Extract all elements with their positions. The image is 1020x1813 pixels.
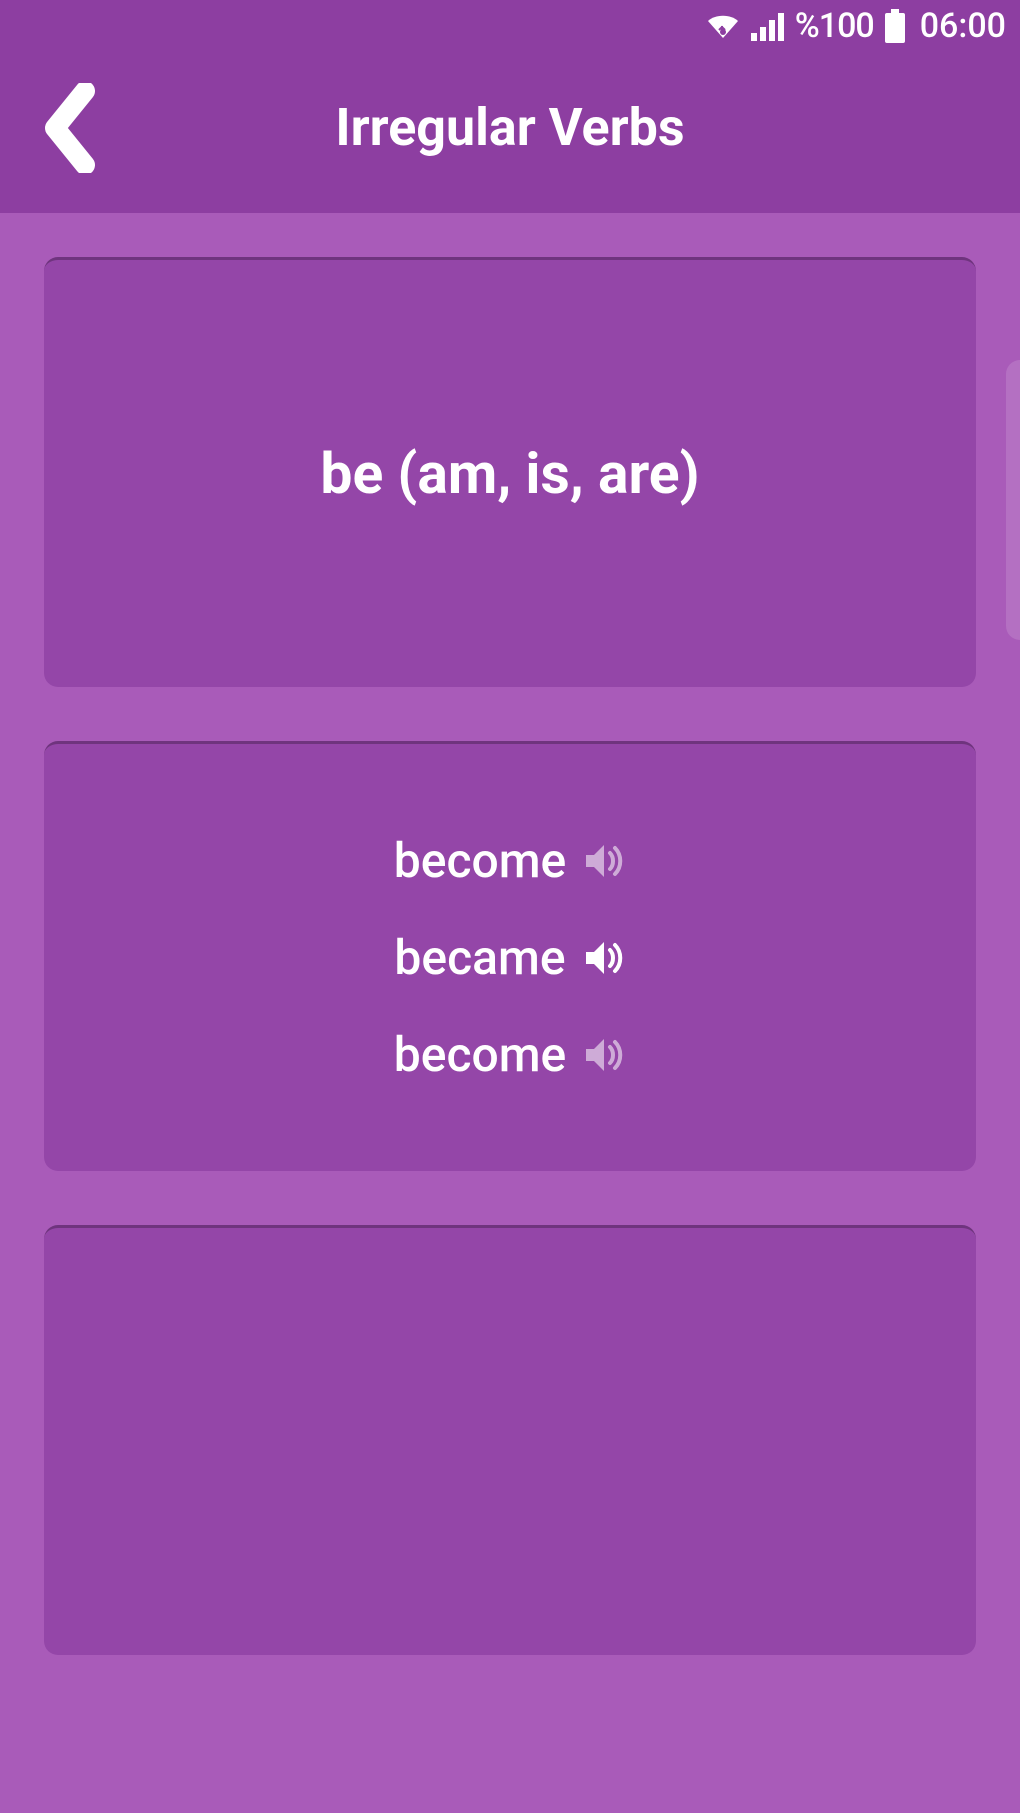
verb-main-text: be (am, is, are) xyxy=(320,440,699,507)
speaker-button-v3[interactable] xyxy=(582,1033,626,1077)
speaker-icon xyxy=(582,1033,626,1077)
verb-card-forms[interactable]: become became become xyxy=(44,741,976,1171)
speaker-button-v1[interactable] xyxy=(582,839,626,883)
battery-icon xyxy=(884,9,906,43)
signal-icon xyxy=(751,11,785,41)
clock: 06:00 xyxy=(920,6,1006,46)
verb-form-row-2: became xyxy=(394,929,625,986)
verb-form-v2: became xyxy=(394,929,565,986)
verb-card-main[interactable]: be (am, is, are) xyxy=(44,257,976,687)
verb-form-row-1: become xyxy=(394,832,627,889)
verb-form-v3: become xyxy=(394,1026,567,1083)
verb-form-row-3: become xyxy=(394,1026,627,1083)
app-header: Irregular Verbs xyxy=(0,52,1020,213)
battery-percent: %100 xyxy=(795,6,874,46)
content-area[interactable]: be (am, is, are) become became xyxy=(0,213,1020,1655)
scroll-indicator xyxy=(1006,360,1020,640)
speaker-icon xyxy=(582,936,626,980)
page-title: Irregular Verbs xyxy=(40,97,980,158)
status-bar: %100 06:00 xyxy=(0,0,1020,52)
speaker-icon xyxy=(582,839,626,883)
speaker-button-v2[interactable] xyxy=(582,936,626,980)
verb-form-v1: become xyxy=(394,832,567,889)
wifi-icon xyxy=(705,11,741,41)
verb-card-next[interactable] xyxy=(44,1225,976,1655)
